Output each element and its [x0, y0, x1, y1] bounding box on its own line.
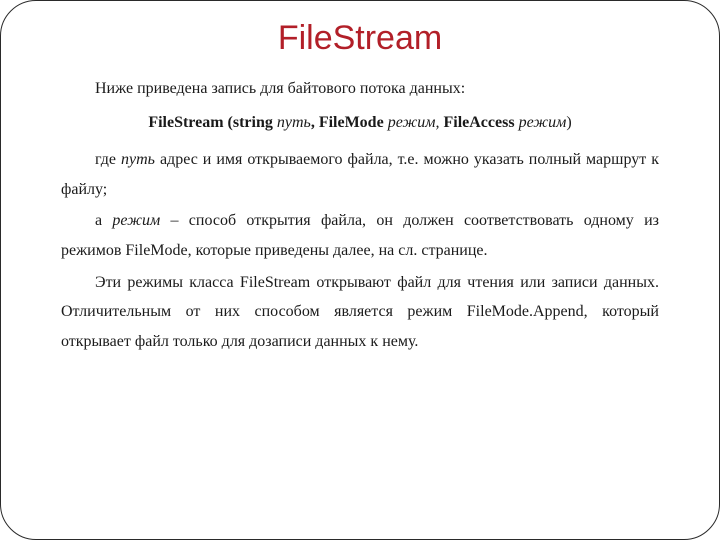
slide-body: Ниже приведена запись для байтового пото… — [31, 74, 689, 356]
p2-t1: где — [95, 151, 121, 168]
sig-part-4: ) — [566, 114, 571, 131]
intro-paragraph: Ниже приведена запись для байтового пото… — [61, 74, 659, 104]
sig-part-2: , FileMode — [311, 114, 388, 131]
paragraph-path: где путь адрес и имя открываемого файла,… — [61, 145, 659, 204]
sig-param-path: путь — [277, 114, 311, 131]
p2-path-italic: путь — [121, 151, 155, 168]
sig-param-mode: режим, — [388, 114, 440, 131]
constructor-signature: FileStream (string путь, FileMode режим,… — [61, 108, 659, 138]
slide-title: FileStream — [31, 19, 689, 58]
paragraph-mode: а режим – способ открытия файла, он долж… — [61, 206, 659, 265]
p3-t1: а — [95, 212, 112, 229]
paragraph-append: Эти режимы класса FileStream открывают ф… — [61, 268, 659, 357]
slide-frame: FileStream Ниже приведена запись для бай… — [0, 0, 720, 540]
sig-param-access: режим — [519, 114, 567, 131]
sig-part-1: FileStream (string — [148, 114, 277, 131]
sig-part-3: FileAccess — [439, 114, 518, 131]
p3-mode-italic: режим — [112, 212, 160, 229]
